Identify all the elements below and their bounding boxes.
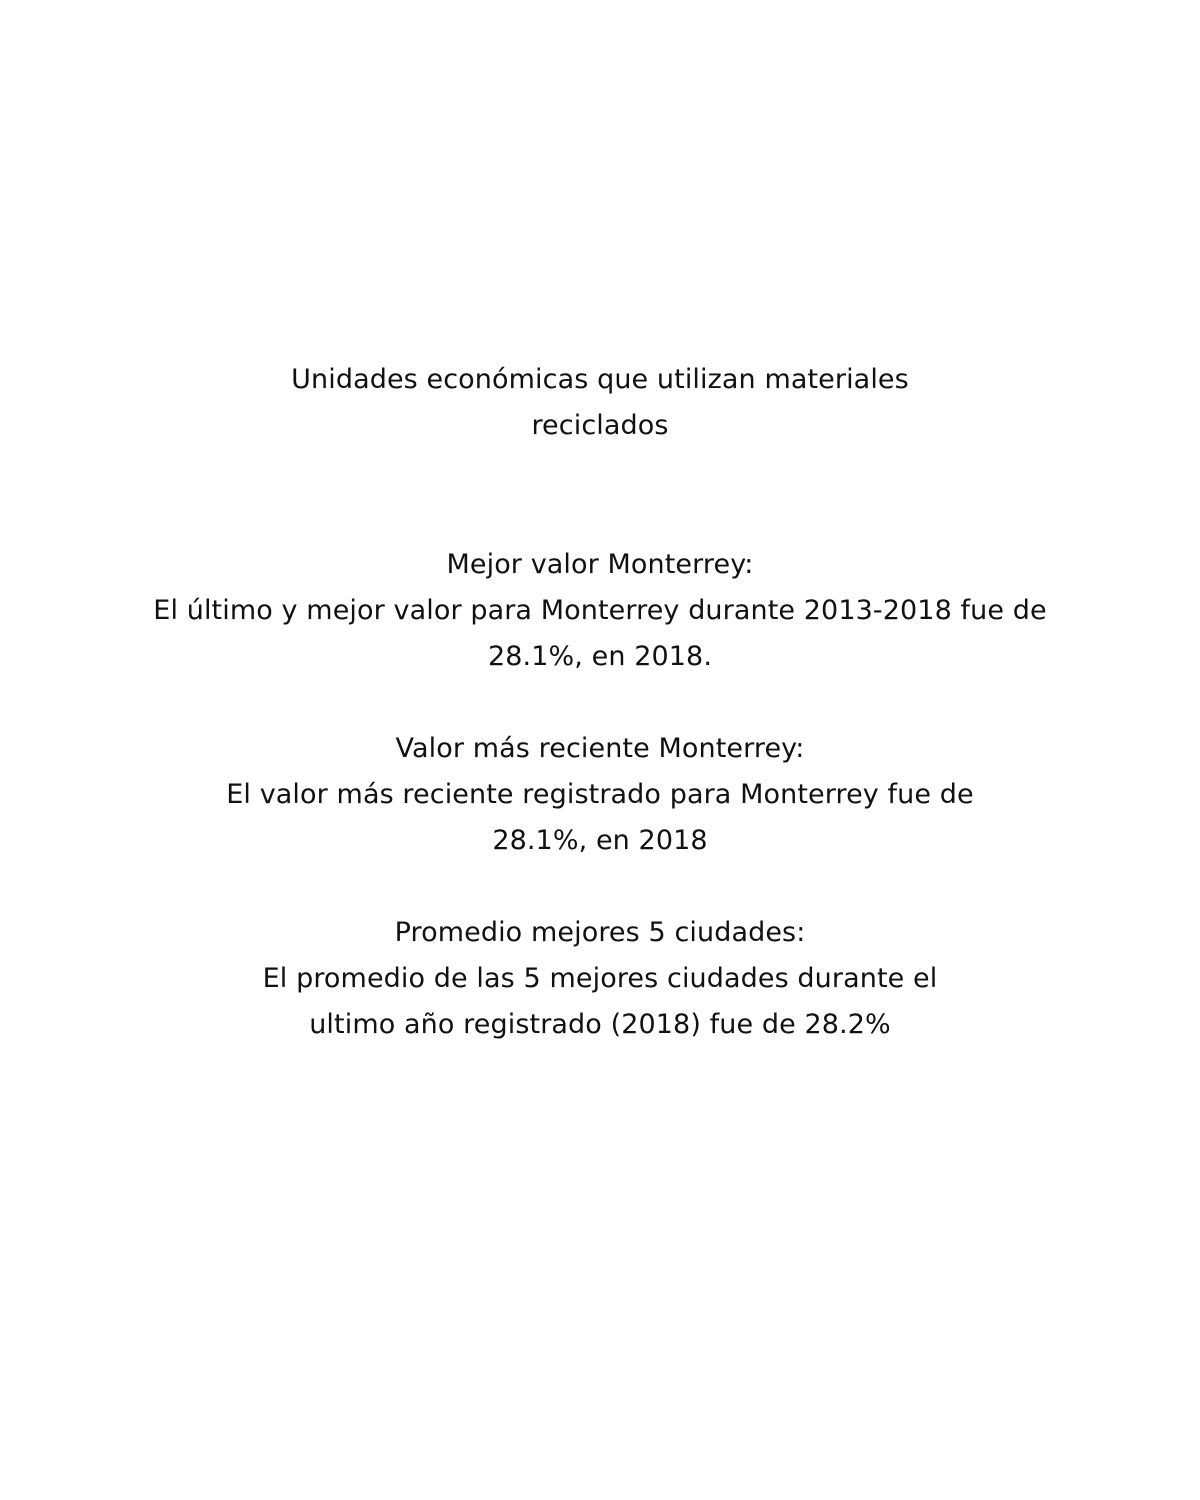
title-line-1: Unidades económicas que utilizan materia… — [291, 364, 909, 395]
section-heading-top5-average: Promedio mejores 5 ciudades: — [394, 917, 806, 948]
section-heading-best-value: Mejor valor Monterrey: — [446, 549, 754, 580]
section-text-top5-average-line-2: ultimo año registrado (2018) fue de 28.2… — [309, 1009, 891, 1040]
section-heading-recent-value: Valor más reciente Monterrey: — [395, 733, 805, 764]
section-text-recent-value-line-2: 28.1%, en 2018 — [492, 825, 708, 856]
section-text-top5-average-line-1: El promedio de las 5 mejores ciudades du… — [262, 963, 938, 994]
document-page: Unidades económicas que utilizan materia… — [0, 0, 1200, 1500]
title-line-2: reciclados — [531, 410, 669, 441]
section-text-best-value-line-1: El último y mejor valor para Monterrey d… — [153, 595, 1047, 626]
section-text-recent-value-line-1: El valor más reciente registrado para Mo… — [226, 779, 974, 810]
section-text-best-value-line-2: 28.1%, en 2018. — [487, 641, 713, 672]
